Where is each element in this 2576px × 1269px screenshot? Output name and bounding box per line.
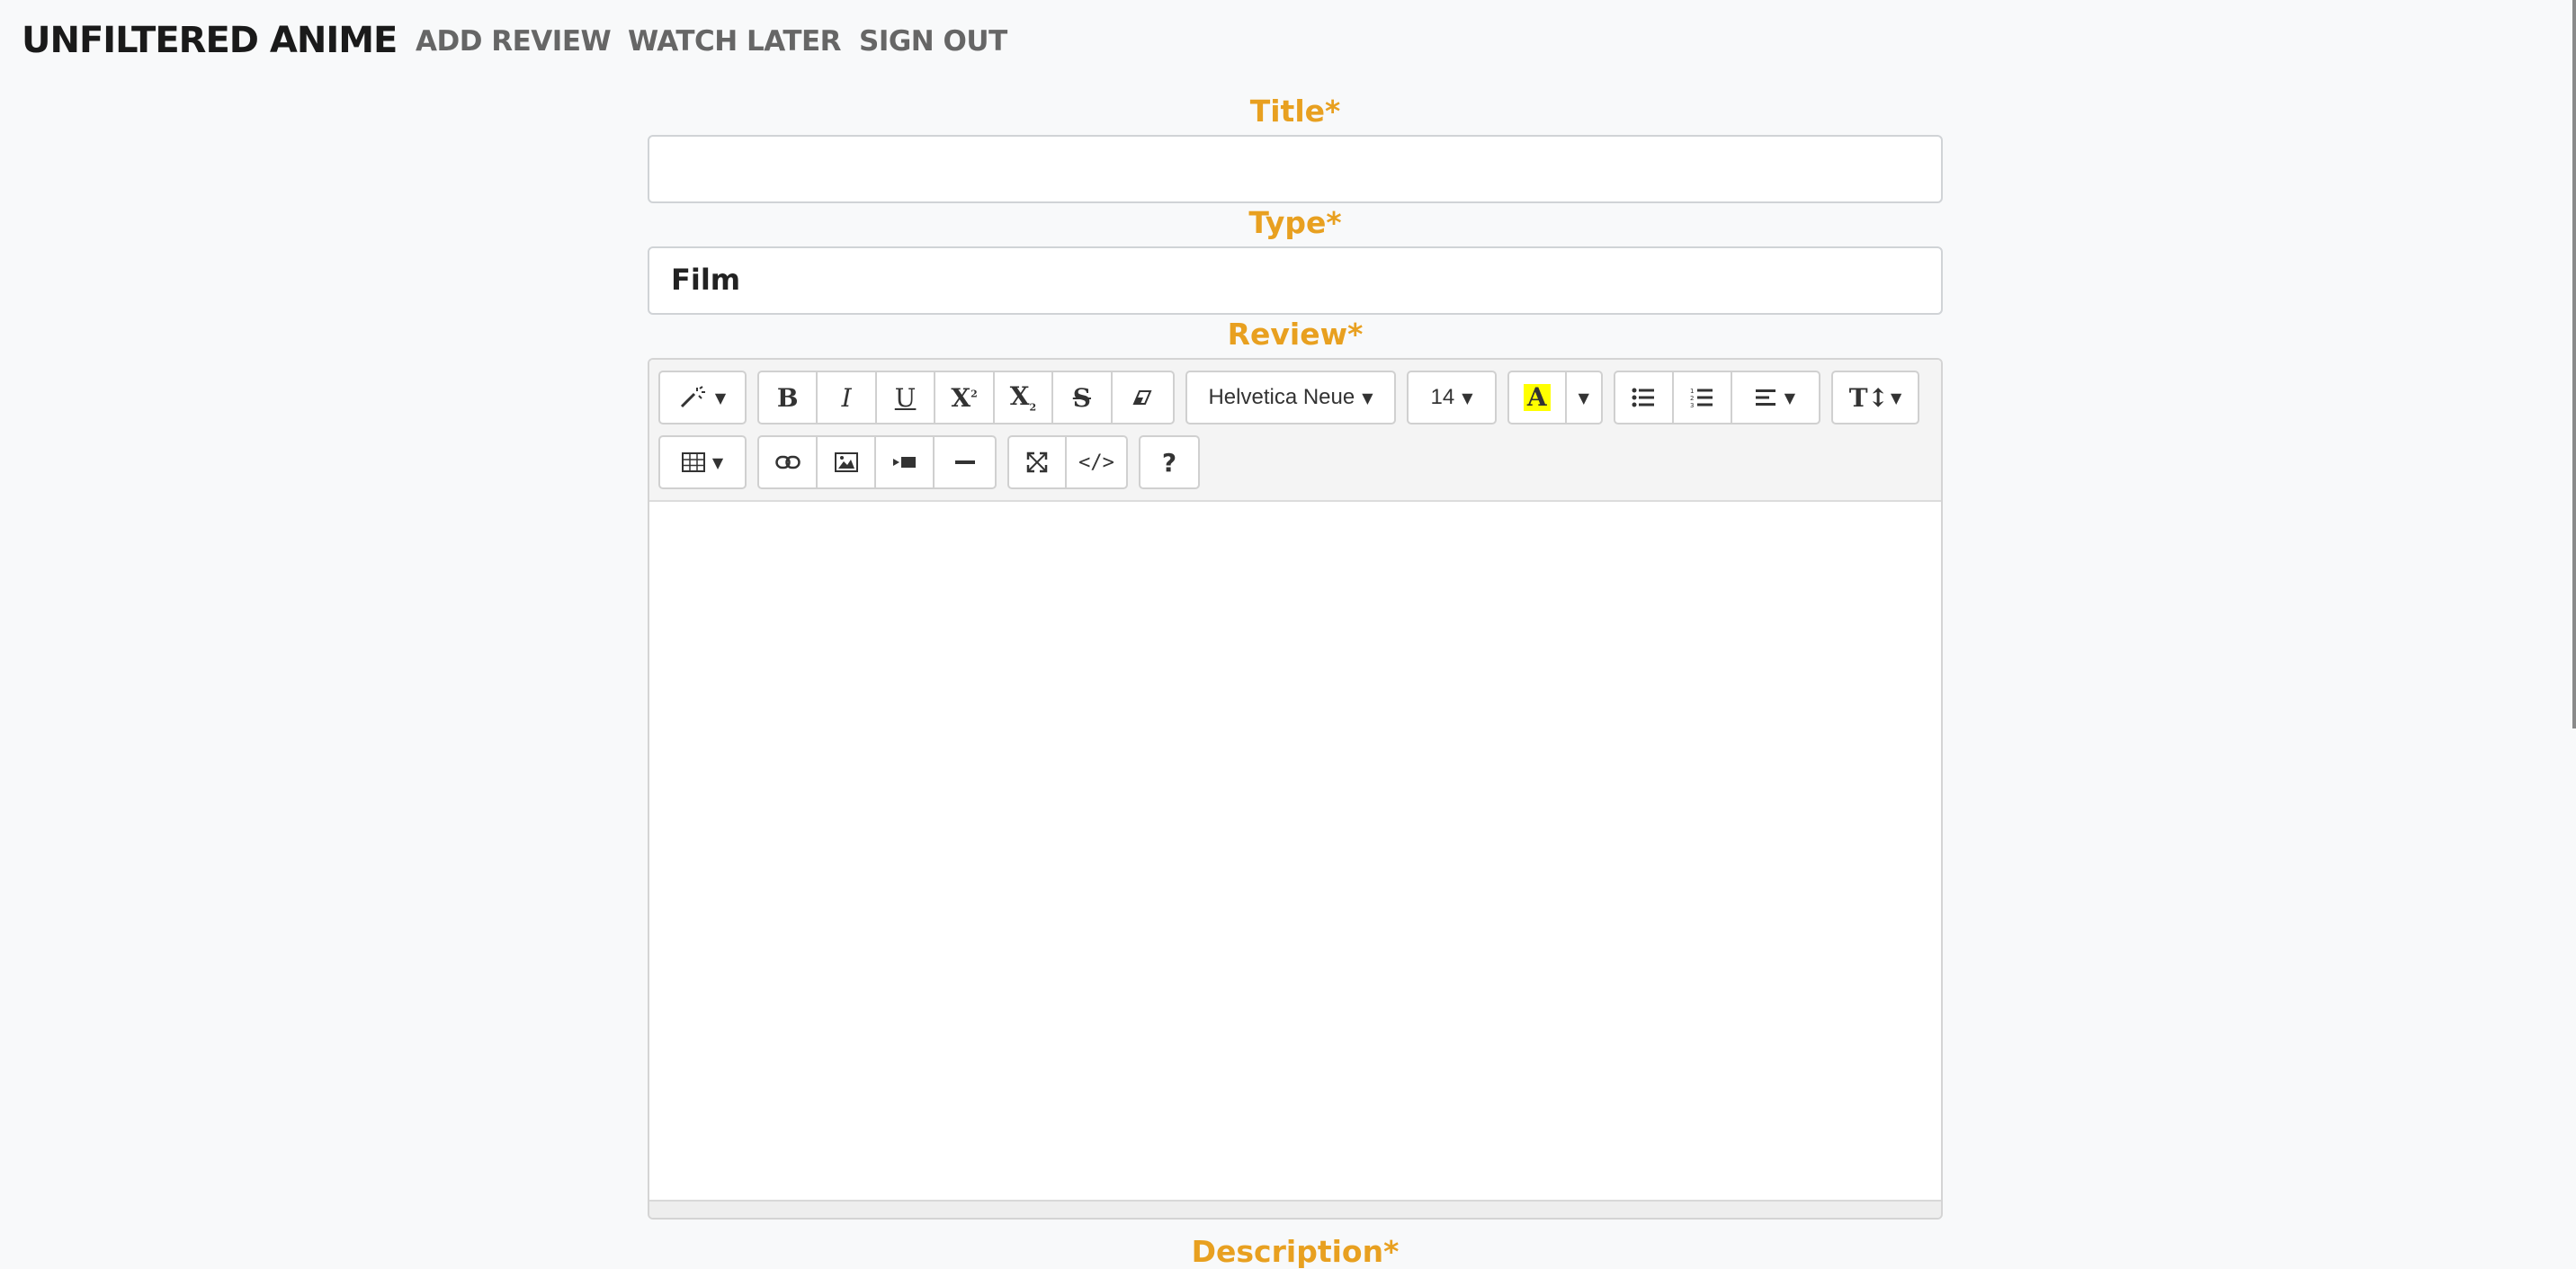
paragraph-group: 1 2 3 ▼ (1614, 371, 1820, 424)
subscript-icon: X2 (1009, 381, 1037, 414)
superscript-button[interactable]: X2 (935, 372, 995, 423)
font-name-value: Helvetica Neue (1208, 385, 1355, 409)
video-button[interactable] (876, 437, 935, 487)
chevron-down-icon: ▼ (711, 453, 724, 471)
unordered-list-button[interactable] (1615, 372, 1674, 423)
ordered-list-button[interactable]: 1 2 3 (1674, 372, 1732, 423)
clear-format-button[interactable] (1113, 372, 1173, 423)
line-height-group: T↕ ▼ (1831, 371, 1919, 424)
editor-toolbar: ▼ B I U X2 X2 S Helvetica Neue ▼ 14 ▼ A … (649, 360, 1941, 502)
text-height-icon: T↕ (1848, 382, 1889, 413)
color-group: A ▼ (1507, 371, 1603, 424)
chevron-down-icon: ▼ (1784, 389, 1796, 407)
review-editor: ▼ B I U X2 X2 S Helvetica Neue ▼ 14 ▼ A … (648, 358, 1943, 1220)
link-icon (774, 455, 801, 469)
svg-text:2: 2 (1690, 395, 1694, 402)
link-button[interactable] (759, 437, 818, 487)
style-dropdown-button[interactable]: ▼ (660, 372, 745, 423)
numbered-list-icon: 1 2 3 (1690, 388, 1713, 407)
chevron-down-icon: ▼ (1462, 389, 1473, 407)
bullet-list-icon (1632, 388, 1655, 407)
italic-button[interactable]: I (818, 372, 877, 423)
review-editable-area[interactable] (649, 502, 1941, 1200)
page-scrollbar[interactable] (2572, 0, 2576, 728)
table-icon (681, 452, 705, 472)
font-size-group: 14 ▼ (1407, 371, 1497, 424)
style-group: ▼ (658, 371, 747, 424)
strikethrough-icon: S (1072, 382, 1092, 413)
title-label: Title* (1249, 94, 1341, 129)
underline-button[interactable]: U (877, 372, 936, 423)
help-button[interactable]: ? (1140, 437, 1198, 487)
font-size-dropdown[interactable]: 14 ▼ (1409, 372, 1495, 423)
image-icon (834, 452, 858, 472)
chevron-down-icon: ▼ (714, 389, 727, 407)
color-dropdown-button[interactable]: ▼ (1567, 372, 1601, 423)
italic-icon: I (841, 382, 852, 413)
image-button[interactable] (818, 437, 877, 487)
type-input[interactable]: Film (648, 246, 1943, 315)
horizontal-rule-button[interactable] (935, 437, 995, 487)
font-style-group: B I U X2 X2 S (757, 371, 1175, 424)
fullscreen-icon (1026, 451, 1048, 473)
help-icon: ? (1161, 447, 1177, 478)
eraser-icon (1132, 390, 1152, 405)
code-icon: </> (1078, 451, 1114, 474)
view-group: </> (1007, 435, 1128, 489)
line-height-dropdown[interactable]: T↕ ▼ (1833, 372, 1918, 423)
insert-group (757, 435, 997, 489)
type-label: Type* (1248, 205, 1342, 240)
review-label: Review* (1227, 317, 1364, 352)
chevron-down-icon: ▼ (1578, 389, 1589, 407)
table-dropdown-button[interactable]: ▼ (660, 437, 745, 487)
highlight-color-icon: A (1523, 384, 1551, 411)
video-icon (892, 457, 916, 468)
chevron-down-icon: ▼ (1890, 389, 1902, 407)
code-view-button[interactable]: </> (1067, 437, 1126, 487)
nav-watch-later-link[interactable]: WATCH LATER (628, 25, 842, 58)
strikethrough-button[interactable]: S (1053, 372, 1113, 423)
subscript-button[interactable]: X2 (995, 372, 1054, 423)
brand-logo[interactable]: UNFILTERED ANIME (22, 20, 398, 61)
font-size-value: 14 (1430, 385, 1455, 409)
svg-text:1: 1 (1690, 388, 1694, 395)
underline-icon: U (894, 382, 917, 413)
nav-sign-out-link[interactable]: SIGN OUT (859, 25, 1007, 58)
align-dropdown-button[interactable]: ▼ (1732, 372, 1819, 423)
font-name-dropdown[interactable]: Helvetica Neue ▼ (1187, 372, 1394, 423)
table-group: ▼ (658, 435, 747, 489)
type-input-value: Film (671, 263, 741, 297)
nav-add-review-link[interactable]: ADD REVIEW (416, 25, 612, 58)
align-left-icon (1755, 389, 1775, 406)
superscript-icon: X2 (951, 382, 978, 413)
fullscreen-button[interactable] (1009, 437, 1068, 487)
description-label: Description* (1191, 1234, 1400, 1269)
bold-button[interactable]: B (759, 372, 818, 423)
bold-icon: B (776, 382, 799, 413)
top-navbar: UNFILTERED ANIME ADD REVIEW WATCH LATER … (0, 0, 2576, 81)
editor-resize-bar[interactable] (649, 1200, 1941, 1218)
title-input[interactable] (648, 135, 1943, 203)
font-name-group: Helvetica Neue ▼ (1185, 371, 1396, 424)
help-group: ? (1139, 435, 1200, 489)
svg-text:3: 3 (1690, 402, 1694, 407)
chevron-down-icon: ▼ (1362, 389, 1373, 407)
highlight-color-button[interactable]: A (1509, 372, 1567, 423)
horizontal-rule-icon (954, 460, 975, 464)
magic-wand-icon (680, 386, 705, 408)
